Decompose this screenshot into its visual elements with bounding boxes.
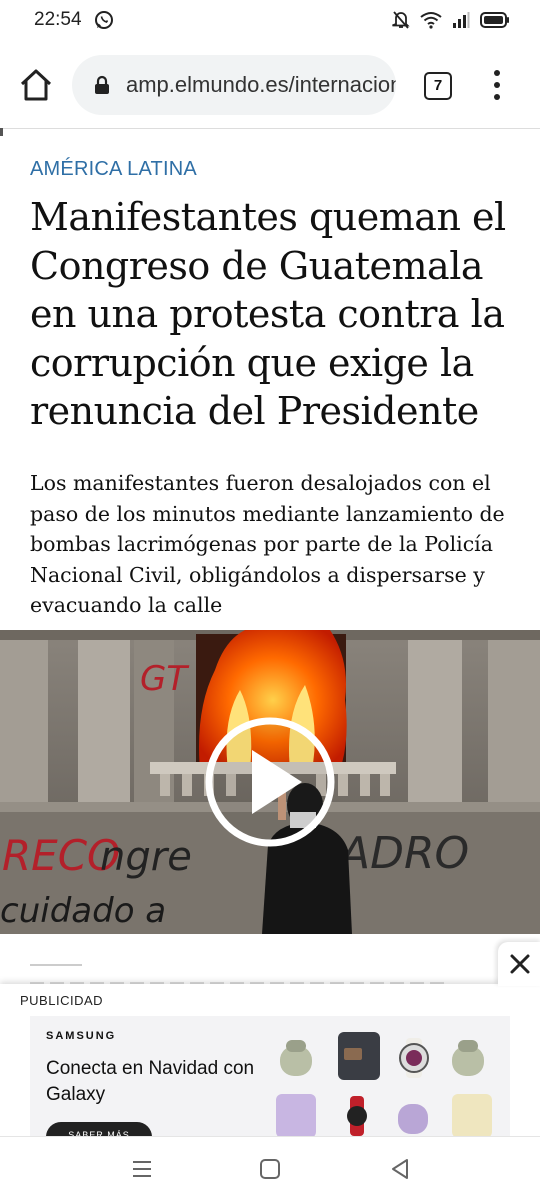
close-icon[interactable] [498, 942, 540, 986]
phone-lavender-icon [276, 1094, 316, 1136]
play-icon[interactable] [204, 716, 336, 848]
recents-icon[interactable] [130, 1157, 154, 1181]
section-label[interactable]: AMÉRICA LATINA [30, 158, 197, 181]
address-bar[interactable]: amp.elmundo.es/internacional [72, 55, 396, 115]
earbuds-case-icon-2 [452, 1040, 484, 1076]
flip-phone-icon [338, 1032, 380, 1080]
watch-red-icon [347, 1096, 367, 1136]
earbuds-purple-icon [398, 1104, 428, 1134]
mute-bell-icon [392, 11, 410, 29]
lock-icon[interactable] [94, 75, 110, 95]
battery-icon [480, 12, 509, 28]
svg-text:GT: GT [140, 659, 189, 699]
tab-switcher-button[interactable]: 7 [424, 72, 452, 100]
svg-text:cuidado a: cuidado a [0, 891, 166, 931]
phone-cream-icon [452, 1094, 492, 1136]
watch-icon [399, 1038, 429, 1078]
svg-text:ADRO: ADRO [337, 828, 469, 879]
scroll-marker [0, 128, 3, 136]
back-icon[interactable] [388, 1157, 412, 1181]
status-time: 22:54 [34, 9, 82, 30]
browser-toolbar: amp.elmundo.es/internacional 7 [0, 40, 540, 129]
wifi-icon [420, 12, 442, 29]
earbuds-case-icon [280, 1040, 312, 1076]
ad-headline: Conecta en Navidad con Galaxy [46, 1058, 255, 1105]
close-ad-button[interactable] [498, 942, 540, 986]
ad-creative[interactable]: SAMSUNG Conecta en Navidad con Galaxy SA… [30, 1016, 510, 1136]
status-bar: 22:54 [0, 0, 540, 40]
signal-icon [453, 12, 470, 28]
home-icon[interactable] [18, 68, 54, 102]
menu-icon[interactable] [494, 70, 500, 100]
svg-text:ngre: ngre [100, 834, 192, 880]
url-text[interactable]: amp.elmundo.es/internacional [126, 72, 396, 98]
article-divider [30, 964, 82, 966]
ad-brand: SAMSUNG [46, 1030, 117, 1042]
whatsapp-icon [95, 11, 113, 29]
article-summary: Los manifestantes fueron desalojados con… [30, 471, 505, 617]
ad-cta-button[interactable]: SABER MÁS [46, 1122, 152, 1136]
ad-label: PUBLICIDAD [20, 993, 104, 1008]
home-nav-icon[interactable] [258, 1157, 282, 1181]
system-nav-bar [0, 1136, 540, 1201]
article-headline: Manifestantes queman el Congreso de Guat… [30, 195, 506, 433]
